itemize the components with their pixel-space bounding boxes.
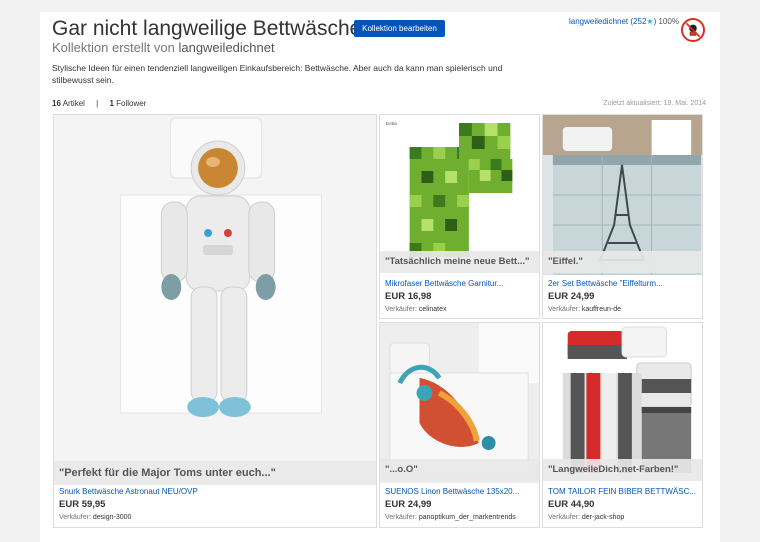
item-seller: Verkäufer: design-3000 xyxy=(59,514,131,521)
item-seller: Verkäufer: celinatex xyxy=(385,306,447,313)
item-image[interactable] xyxy=(54,115,376,483)
seller-label: Verkäufer: xyxy=(548,306,580,313)
owner-name-link[interactable]: langweiledichnet xyxy=(569,17,628,26)
owner-info: langweiledichnet (252★) 100% xyxy=(569,17,679,26)
item-card-eiffel[interactable]: "Eiffel." 2er Set Bettwäsche "Eiffelturm… xyxy=(542,114,703,319)
seller-name[interactable]: kauffreun-de xyxy=(582,306,621,313)
seller-name[interactable]: der-jack-shop xyxy=(582,514,624,521)
seller-label: Verkäufer: xyxy=(385,306,417,313)
item-quote: "...o.O" xyxy=(380,459,539,481)
item-seller: Verkäufer: kauffreun-de xyxy=(548,306,621,313)
item-quote: "Perfekt für die Major Toms unter euch..… xyxy=(54,461,376,485)
seller-label: Verkäufer: xyxy=(59,514,91,521)
follower-count[interactable]: 1 xyxy=(109,99,113,108)
collection-stats: 16 Artikel | 1 Follower xyxy=(52,99,146,108)
article-label: Artikel xyxy=(62,99,85,108)
brand-tag: Estia xyxy=(386,121,397,127)
seller-label: Verkäufer: xyxy=(548,514,580,521)
collection-subtitle: Kollektion erstellt von langweiledichnet xyxy=(52,40,275,55)
item-price: EUR 59,95 xyxy=(59,499,106,510)
edit-collection-button[interactable]: Kollektion bearbeiten xyxy=(354,20,445,37)
last-updated: Zuletzt aktualisiert: 19. Mai. 2014 xyxy=(603,100,706,107)
item-seller: Verkäufer: der-jack-shop xyxy=(548,514,624,521)
item-price: EUR 24,99 xyxy=(385,499,432,510)
owner-feedback-percent: 100% xyxy=(658,17,679,26)
item-title-link[interactable]: Snurk Bettwäsche Astronaut NEU/OVP xyxy=(59,487,198,496)
author-link[interactable]: langweiledichnet xyxy=(178,40,274,55)
item-quote: "Tatsächlich meine neue Bett..." xyxy=(380,251,539,273)
item-card-stripes[interactable]: "LangweileDich.net-Farben!" TOM TAILOR F… xyxy=(542,322,703,528)
stats-separator: | xyxy=(96,99,99,108)
seller-name[interactable]: panoptikum_der_markentrends xyxy=(419,514,516,521)
feedback-star-icon: ★ xyxy=(646,17,654,26)
seller-label: Verkäufer: xyxy=(385,514,417,521)
item-title-link[interactable]: TOM TAILOR FEIN BIBER BETTWÄSC... xyxy=(548,487,696,496)
subtitle-prefix: Kollektion erstellt von xyxy=(52,40,175,55)
seller-name[interactable]: design-3000 xyxy=(93,514,132,521)
owner-feedback-count[interactable]: (252 xyxy=(630,17,646,26)
item-price: EUR 44,90 xyxy=(548,499,595,510)
page-title: Gar nicht langweilige Bettwäsche xyxy=(52,17,362,40)
item-seller: Verkäufer: panoptikum_der_markentrends xyxy=(385,514,516,521)
seller-name[interactable]: celinatex xyxy=(419,306,447,313)
item-quote: "Eiffel." xyxy=(543,251,702,273)
item-card-koi[interactable]: "...o.O" SUENOS Linon Bettwäsche 135x20.… xyxy=(379,322,540,528)
item-card-green-pixel[interactable]: Estia "Tatsächlich meine neue Bett..." M… xyxy=(379,114,540,319)
item-card-astronaut[interactable]: "Perfekt für die Major Toms unter euch..… xyxy=(53,114,377,528)
article-count: 16 xyxy=(52,99,61,108)
owner-feedback-close: ) xyxy=(653,17,657,26)
item-title-link[interactable]: 2er Set Bettwäsche "Eiffelturm... xyxy=(548,279,663,288)
follower-label[interactable]: Follower xyxy=(116,99,146,108)
item-quote: "LangweileDich.net-Farben!" xyxy=(543,459,702,481)
avatar[interactable] xyxy=(681,18,705,42)
item-price: EUR 24,99 xyxy=(548,291,595,302)
collection-description: Stylische Ideen für einen tendenziell la… xyxy=(52,63,503,85)
collection-page: Gar nicht langweilige Bettwäsche Kollekt… xyxy=(40,12,720,542)
item-title-link[interactable]: Mikrofaser Bettwäsche Garnitur... xyxy=(385,279,503,288)
item-price: EUR 16,98 xyxy=(385,291,432,302)
item-title-link[interactable]: SUENOS Linon Bettwäsche 135x20... xyxy=(385,487,519,496)
